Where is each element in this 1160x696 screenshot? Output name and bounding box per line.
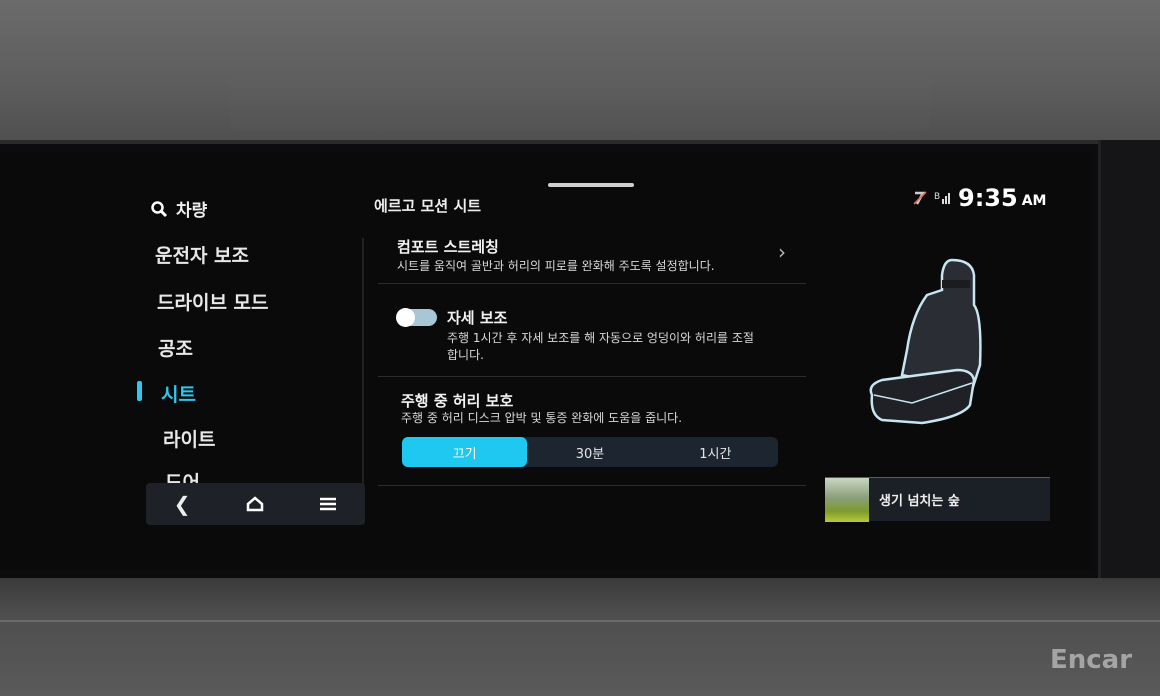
chevron-right-icon[interactable]: › [778,240,786,264]
comfort-stretching-desc: 시트를 움직여 골반과 허리의 피로를 완화해 주도록 설정합니다. [397,259,715,273]
bottom-nav-bar: ❮ [146,483,365,525]
lumbar-interval-selector: 끄기 30분 1시간 [402,437,778,467]
search-icon [151,200,168,217]
divider [378,485,806,486]
bezel-edge [1098,140,1160,580]
active-indicator [137,381,142,401]
dashboard-bottom [0,578,1160,696]
comfort-stretching-title[interactable]: 컴포트 스트레칭 [397,236,499,257]
option-1hour[interactable]: 1시간 [653,437,778,467]
now-playing-widget[interactable]: 생기 넘치는 숲 [825,477,1050,522]
status-bar: B 9:35 AM [912,184,1046,212]
clock: 9:35 [958,184,1018,212]
menu-icon[interactable] [319,497,337,511]
sidebar-item-seat[interactable]: 시트 [161,380,196,407]
lumbar-protect-desc: 주행 중 허리 디스크 압박 및 통증 완화에 도움을 줍니다. [401,411,683,425]
seat-illustration [869,258,982,425]
lumbar-protect-title: 주행 중 허리 보호 [401,392,514,410]
posture-assist-desc: 주행 1시간 후 자세 보조를 해 자동으로 엉덩이와 허리를 조절합니다. [447,331,754,362]
sidebar-title: 차량 [176,201,208,221]
posture-assist-toggle[interactable] [396,308,437,327]
sidebar-item-light[interactable]: 라이트 [163,425,215,452]
sidebar-item-drive-mode[interactable]: 드라이브 모드 [157,288,269,315]
divider [378,376,806,377]
sidebar-item-climate[interactable]: 공조 [158,334,193,361]
drag-handle[interactable] [548,183,634,187]
bluetooth-signal-icon: B [934,192,950,204]
scrollbar[interactable] [362,238,364,488]
toggle-knob [396,308,415,327]
phone-muted-icon [913,191,927,205]
posture-assist-title: 자세 보조 [447,309,508,327]
back-icon[interactable]: ❮ [174,492,191,516]
svg-text:B: B [934,192,940,202]
dashboard-trim [0,620,1160,622]
sidebar-item-door[interactable]: 도어 [165,468,200,484]
dashboard-vent [230,75,930,130]
watermark-logo: Encar [1050,645,1133,675]
page-title: 에르고 모션 시트 [374,197,482,215]
home-icon[interactable] [246,496,264,512]
album-art [825,477,869,522]
sidebar-header[interactable]: 차량 [150,196,207,221]
media-title: 생기 넘치는 숲 [879,494,960,509]
divider [378,283,806,284]
clock-ampm: AM [1021,193,1047,209]
option-off[interactable]: 끄기 [402,437,528,467]
sidebar-item-driver-assist[interactable]: 운전자 보조 [155,241,249,268]
option-30min[interactable]: 30분 [527,437,652,467]
